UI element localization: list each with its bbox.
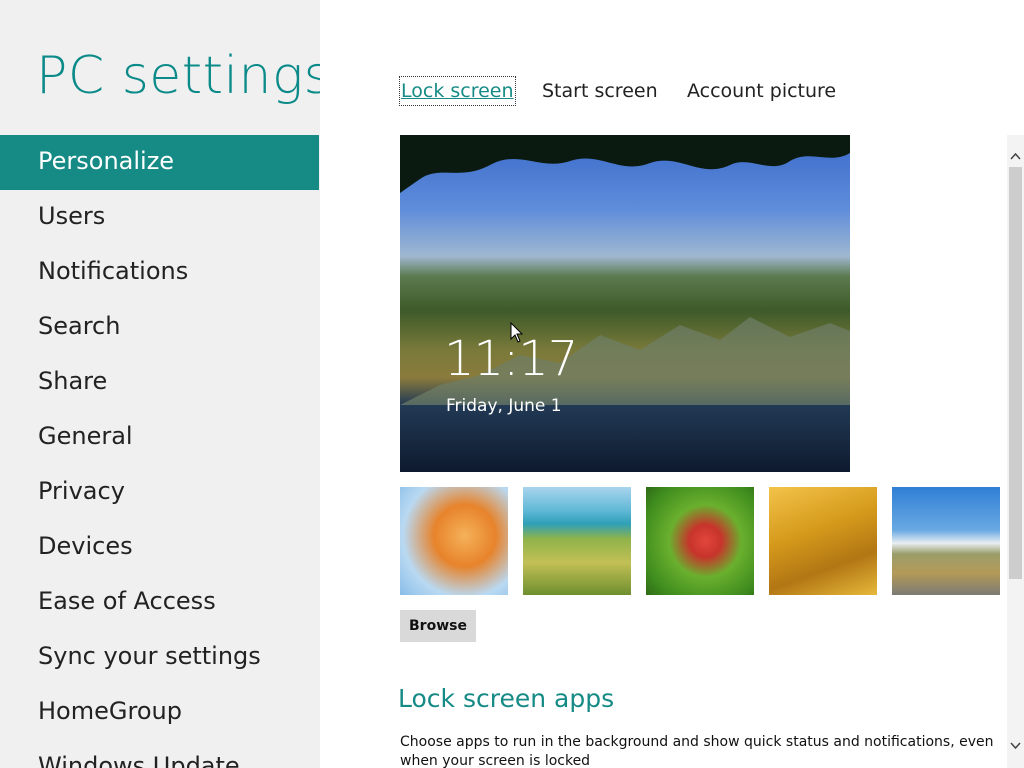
tab-lock-screen[interactable]: Lock screen <box>399 76 516 106</box>
sidebar-item-ease-of-access[interactable]: Ease of Access <box>0 575 319 630</box>
sidebar-item-homegroup[interactable]: HomeGroup <box>0 685 319 740</box>
thumbnail-orange-leaves[interactable] <box>400 487 508 595</box>
sidebar-item-search[interactable]: Search <box>0 300 319 355</box>
lock-screen-date: Friday, June 1 <box>446 396 562 416</box>
scrollbar-thumb[interactable] <box>1009 167 1022 579</box>
tab-account-picture[interactable]: Account picture <box>687 77 836 105</box>
thumbnail-golden-grass[interactable] <box>769 487 877 595</box>
sidebar-item-windows-update[interactable]: Windows Update <box>0 740 319 768</box>
sidebar-item-users[interactable]: Users <box>0 190 319 245</box>
browse-button[interactable]: Browse <box>400 610 476 642</box>
thumbnail-mountain-road[interactable] <box>892 487 1000 595</box>
sidebar-item-general[interactable]: General <box>0 410 319 465</box>
page-title: PC settings <box>36 46 320 106</box>
scroll-down-icon[interactable] <box>1007 737 1024 755</box>
sidebar-item-devices[interactable]: Devices <box>0 520 319 575</box>
sidebar-item-share[interactable]: Share <box>0 355 319 410</box>
thumbnail-red-flowers[interactable] <box>646 487 754 595</box>
scroll-up-icon[interactable] <box>1007 147 1024 165</box>
sidebar-item-sync-settings[interactable]: Sync your settings <box>0 630 319 685</box>
sidebar-item-notifications[interactable]: Notifications <box>0 245 319 300</box>
settings-sidebar: PC settings Personalize Users Notificati… <box>0 0 320 768</box>
vertical-scrollbar[interactable] <box>1007 135 1024 768</box>
foliage-overlay <box>400 135 850 193</box>
lock-screen-apps-description: Choose apps to run in the background and… <box>400 734 994 768</box>
lock-screen-apps-heading: Lock screen apps <box>398 684 615 713</box>
mouse-cursor-icon <box>510 322 524 343</box>
tab-start-screen[interactable]: Start screen <box>542 77 658 105</box>
lock-screen-preview: 11:17 Friday, June 1 <box>400 135 850 472</box>
sidebar-nav: Personalize Users Notifications Search S… <box>0 135 319 768</box>
sidebar-item-personalize[interactable]: Personalize <box>0 135 319 190</box>
background-thumbnails <box>400 487 1000 595</box>
sidebar-item-privacy[interactable]: Privacy <box>0 465 319 520</box>
thumbnail-coastal-hills[interactable] <box>523 487 631 595</box>
